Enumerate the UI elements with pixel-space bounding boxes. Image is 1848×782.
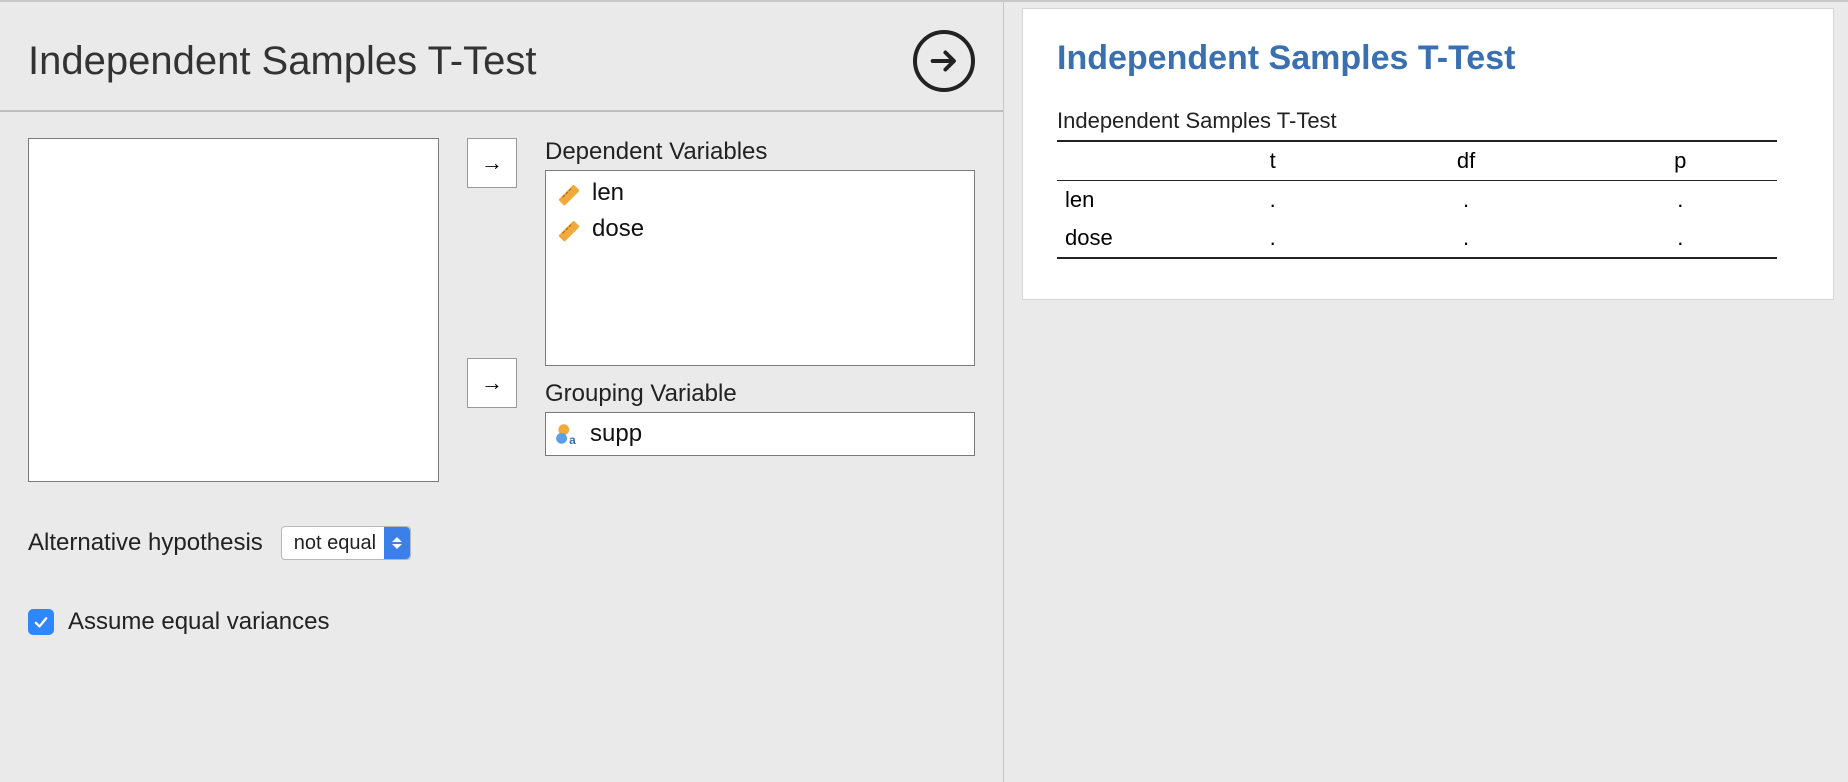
cell-df: . [1348, 219, 1583, 258]
variable-name: dose [592, 215, 644, 243]
alternative-hypothesis-row: Alternative hypothesis not equal [28, 526, 975, 560]
results-card: Independent Samples T-Test Independent S… [1022, 8, 1834, 300]
variable-name: len [592, 179, 624, 207]
svg-text:a: a [569, 433, 576, 447]
check-icon [32, 613, 50, 631]
variable-item[interactable]: a supp [554, 420, 642, 448]
assume-equal-variances-label: Assume equal variances [68, 608, 329, 636]
col-header-p: p [1584, 141, 1777, 181]
table-row: len . . . [1057, 181, 1777, 220]
results-table-caption: Independent Samples T-Test [1057, 108, 1799, 134]
panel-body: → → Dependent Variables len [0, 112, 1003, 656]
variable-item[interactable]: len [554, 175, 966, 211]
alt-hyp-value: not equal [294, 532, 376, 555]
arrow-right-icon: → [481, 150, 503, 176]
cell-name: len [1057, 181, 1197, 220]
grouping-label: Grouping Variable [545, 380, 975, 408]
options-panel: Independent Samples T-Test → → Dependent… [0, 0, 1004, 782]
arrow-right-icon: → [481, 370, 503, 396]
table-header-row: t df p [1057, 141, 1777, 181]
col-header-df: df [1348, 141, 1583, 181]
assign-to-grouping-button[interactable]: → [467, 358, 517, 408]
panel-divider [1004, 0, 1022, 782]
alt-hyp-select[interactable]: not equal [281, 526, 411, 560]
scale-icon [556, 216, 582, 242]
dependent-label: Dependent Variables [545, 138, 975, 166]
cell-t: . [1197, 181, 1348, 220]
cell-t: . [1197, 219, 1348, 258]
col-header-t: t [1197, 141, 1348, 181]
available-variables-list[interactable] [28, 138, 439, 482]
page-title: Independent Samples T-Test [28, 39, 536, 84]
assume-equal-variances-row: Assume equal variances [28, 608, 975, 636]
panel-header: Independent Samples T-Test [0, 2, 1003, 112]
collapse-panel-button[interactable] [913, 30, 975, 92]
cell-df: . [1348, 181, 1583, 220]
cell-name: dose [1057, 219, 1197, 258]
cell-p: . [1584, 181, 1777, 220]
target-boxes-column: Dependent Variables len dose [545, 138, 975, 456]
assume-equal-variances-checkbox[interactable] [28, 609, 54, 635]
results-title: Independent Samples T-Test [1057, 39, 1799, 78]
cell-p: . [1584, 219, 1777, 258]
scale-icon [556, 180, 582, 206]
table-row: dose . . . [1057, 219, 1777, 258]
chevron-updown-icon [384, 527, 410, 559]
variable-assignment-row: → → Dependent Variables len [28, 138, 975, 482]
results-panel: Independent Samples T-Test Independent S… [1022, 0, 1848, 782]
grouping-variable-box[interactable]: a supp [545, 412, 975, 456]
col-header-name [1057, 141, 1197, 181]
nominal-icon: a [554, 421, 580, 447]
alt-hyp-label: Alternative hypothesis [28, 529, 263, 557]
arrow-right-icon [927, 44, 961, 78]
variable-name: supp [590, 420, 642, 448]
dependent-variables-box[interactable]: len dose [545, 170, 975, 366]
assign-to-dependent-button[interactable]: → [467, 138, 517, 188]
variable-item[interactable]: dose [554, 211, 966, 247]
results-table: t df p len . . . dose . . . [1057, 140, 1777, 259]
